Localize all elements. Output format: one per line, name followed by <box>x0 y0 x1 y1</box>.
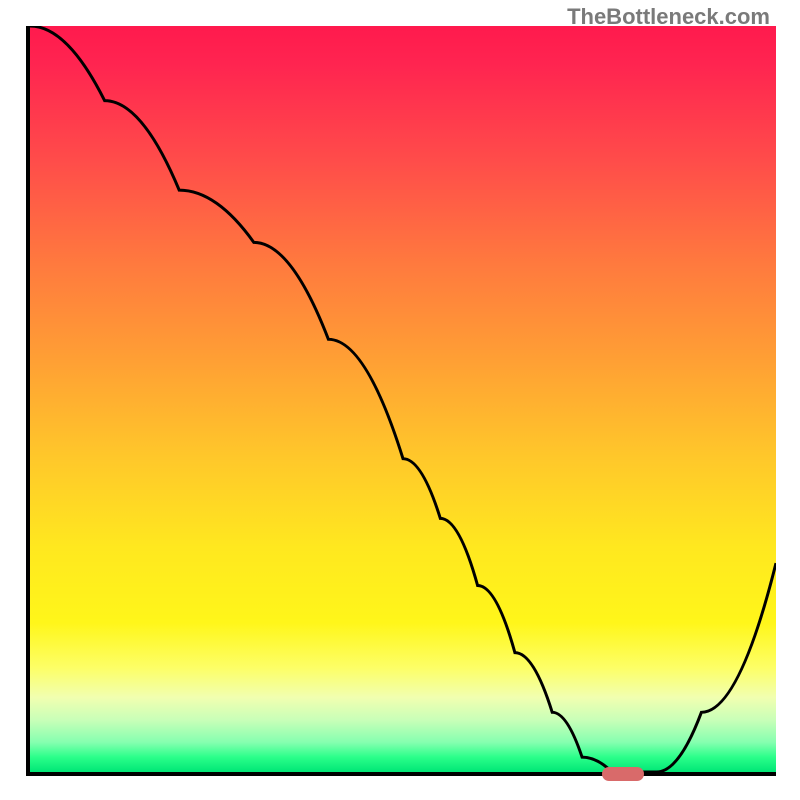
optimal-marker <box>602 767 644 781</box>
watermark-text: TheBottleneck.com <box>567 4 770 30</box>
plot-area <box>26 26 776 776</box>
curve-line <box>30 26 776 772</box>
